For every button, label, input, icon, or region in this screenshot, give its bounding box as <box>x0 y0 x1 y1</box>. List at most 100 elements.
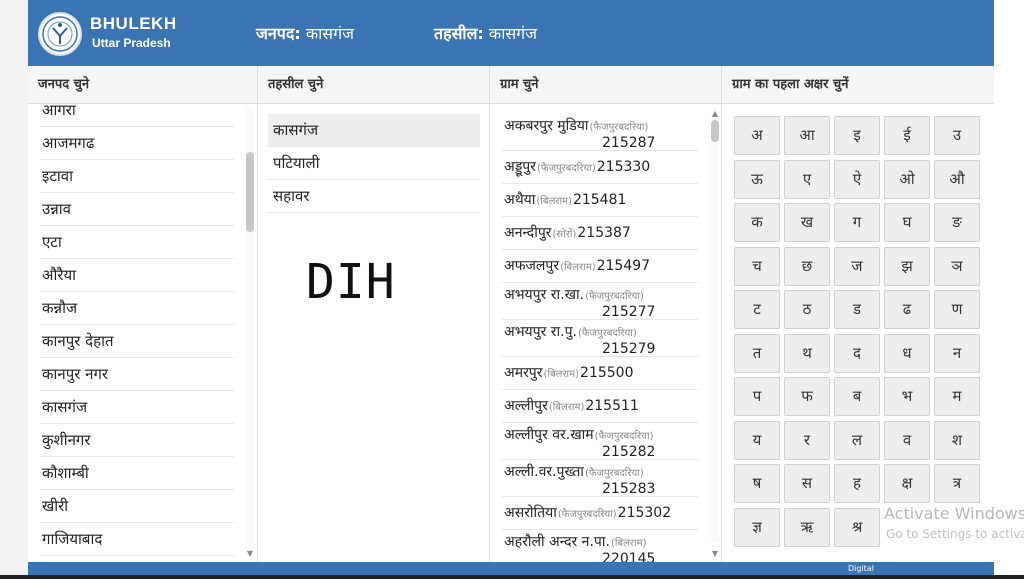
letter-key[interactable]: फ <box>784 377 830 416</box>
letter-key[interactable]: ङ <box>934 203 980 242</box>
right-gutter <box>994 0 1024 579</box>
letter-key[interactable]: ध <box>884 333 930 373</box>
district-item[interactable]: आजमगढ <box>40 127 234 160</box>
letter-key[interactable]: आ <box>784 116 830 155</box>
letter-key[interactable]: ऊ <box>734 159 780 199</box>
letter-key[interactable]: क्ष <box>884 464 930 503</box>
brand-subtitle: Uttar Pradesh <box>92 36 171 50</box>
district-item[interactable]: आगरा <box>40 104 234 127</box>
village-item[interactable]: अभयपुर रा.खा.(फैजपुरबदरिया) 215277 <box>502 283 698 320</box>
village-item[interactable]: अभयपुर रा.पु.(फैजपुरबदरिया) 215279 <box>502 320 698 357</box>
letter-key[interactable]: व <box>884 420 930 460</box>
village-item[interactable]: अड्डूपुर(फैजपुरबदरिया)215330 <box>502 151 698 184</box>
village-name: अहरौली अन्दर न.पा. <box>504 534 610 550</box>
village-item[interactable]: अल्लीपुर वर.खाम(फैजपुरबदरिया) 215282 <box>502 423 698 460</box>
district-item[interactable]: कुशीनगर <box>40 424 234 457</box>
district-item[interactable]: औरैया <box>40 259 234 292</box>
letter-key[interactable]: क <box>734 203 780 242</box>
letter-key[interactable]: इ <box>834 116 880 155</box>
letter-key[interactable]: छ <box>784 246 830 286</box>
village-list[interactable]: अकबरपुर मुडिया(फैजपुरबदरिया) 215287 अड्डूप… <box>490 104 721 562</box>
letter-key[interactable]: ओ <box>884 159 930 199</box>
letter-key[interactable]: ण <box>934 290 980 329</box>
village-name: अभयपुर रा.खा. <box>504 287 585 303</box>
district-item[interactable]: कन्नौज <box>40 292 234 325</box>
letter-key[interactable]: ऐ <box>834 159 880 199</box>
village-scrollbar[interactable] <box>711 118 719 542</box>
village-column: ग्राम चुने अकबरपुर मुडिया(फैजपुरबदरिया) 2… <box>490 66 722 562</box>
letter-key[interactable]: उ <box>934 116 980 155</box>
village-item[interactable]: अफजलपुर(बिलराम)215497 <box>502 250 698 283</box>
tehsil-item[interactable]: पटियाली <box>268 147 480 180</box>
letter-key[interactable]: ह <box>834 464 880 503</box>
village-code: 215302 <box>617 505 672 521</box>
letter-key[interactable]: औ <box>934 159 980 199</box>
village-item[interactable]: अल्ली.वर.पुख्ता(फैजपुरबदरिया) 215283 <box>502 460 698 497</box>
village-item[interactable]: अनन्दीपुर(सोरों)215387 <box>502 217 698 250</box>
letter-key[interactable]: स <box>784 464 830 503</box>
letter-key[interactable]: प <box>734 377 780 416</box>
village-scroll-up-icon[interactable]: ▲ <box>710 110 720 118</box>
letter-key[interactable]: ढ <box>884 290 930 329</box>
letter-key[interactable]: ई <box>884 116 930 155</box>
district-item[interactable]: कानपुर देहात <box>40 325 234 358</box>
letter-key[interactable]: ज <box>834 246 880 286</box>
letter-key[interactable]: म <box>934 377 980 416</box>
letter-key[interactable]: त <box>734 333 780 373</box>
letter-key[interactable]: थ <box>784 333 830 373</box>
letter-key[interactable]: ड <box>834 290 880 329</box>
letter-key[interactable]: श <box>934 420 980 460</box>
village-item[interactable]: अहरौली अन्दर न.पा.(बिलराम) 220145 <box>502 530 698 562</box>
district-item[interactable]: कानपुर नगर <box>40 358 234 391</box>
letter-key[interactable]: झ <box>884 246 930 286</box>
letter-key[interactable]: द <box>834 333 880 373</box>
letter-key[interactable]: ए <box>784 159 830 199</box>
district-scrollbar[interactable] <box>246 108 254 558</box>
village-item[interactable]: अल्लीपुर(बिलराम)215511 <box>502 390 698 423</box>
letter-key[interactable]: ब <box>834 377 880 416</box>
district-item[interactable]: खीरी <box>40 490 234 523</box>
letter-key[interactable]: ग <box>834 203 880 242</box>
tehsil-item[interactable]: कासगंज <box>268 114 480 147</box>
district-item[interactable]: कासगंज <box>40 391 234 424</box>
letter-key[interactable]: ल <box>834 420 880 460</box>
district-scrollbar-thumb[interactable] <box>246 152 254 232</box>
district-list[interactable]: आगरा आजमगढ इटावा उन्नाव एटा औरैया कन्नौज कानपुर… <box>28 104 257 562</box>
letter-key[interactable]: भ <box>884 377 930 416</box>
village-code: 215287 <box>602 135 656 151</box>
village-tehsil: (बिलराम) <box>560 262 596 273</box>
village-scrollbar-thumb[interactable] <box>711 120 719 142</box>
brand-title: BHULEKH <box>90 14 177 33</box>
letter-key[interactable]: त्र <box>934 464 980 503</box>
letter-key[interactable]: य <box>734 420 780 460</box>
tehsil-list[interactable]: कासगंज पटियाली सहावर DIH <box>258 104 489 562</box>
letter-key[interactable]: ऋ <box>784 507 830 547</box>
letter-key[interactable]: ञ <box>934 246 980 286</box>
district-item[interactable]: गाजियाबाद <box>40 523 234 556</box>
district-item[interactable]: उन्नाव <box>40 193 234 226</box>
village-item[interactable]: असरोतिया(फैजपुरबदरिया)215302 <box>502 497 698 530</box>
letter-key[interactable]: घ <box>884 203 930 242</box>
letter-key[interactable]: ष <box>734 464 780 503</box>
district-column: जनपद चुने आगरा आजमगढ इटावा उन्नाव एटा औरैया कन… <box>28 66 258 562</box>
letter-key[interactable]: न <box>934 333 980 373</box>
letter-key[interactable]: अ <box>734 116 780 155</box>
overlay-text: DIH <box>306 254 396 310</box>
village-tehsil: (फैजपुरबदरिया) <box>584 468 644 479</box>
letter-key[interactable]: च <box>734 246 780 286</box>
letter-key[interactable]: ठ <box>784 290 830 329</box>
letter-key[interactable]: ट <box>734 290 780 329</box>
letter-key[interactable]: ज्ञ <box>734 507 780 547</box>
village-item[interactable]: अथैया(बिलराम)215481 <box>502 184 698 217</box>
district-item[interactable]: कौशाम्बी <box>40 457 234 490</box>
district-scroll-down-icon[interactable]: ▼ <box>245 550 255 558</box>
district-item[interactable]: इटावा <box>40 160 234 193</box>
village-item[interactable]: अमरपुर(बिलराम)215500 <box>502 357 698 390</box>
village-item[interactable]: अकबरपुर मुडिया(फैजपुरबदरिया) 215287 <box>502 114 698 151</box>
letter-key[interactable]: र <box>784 420 830 460</box>
letter-key[interactable]: ख <box>784 203 830 242</box>
letter-key[interactable]: श्र <box>834 507 880 547</box>
village-scroll-down-icon[interactable]: ▼ <box>710 550 720 558</box>
district-item[interactable]: एटा <box>40 226 234 259</box>
tehsil-item[interactable]: सहावर <box>268 180 480 213</box>
